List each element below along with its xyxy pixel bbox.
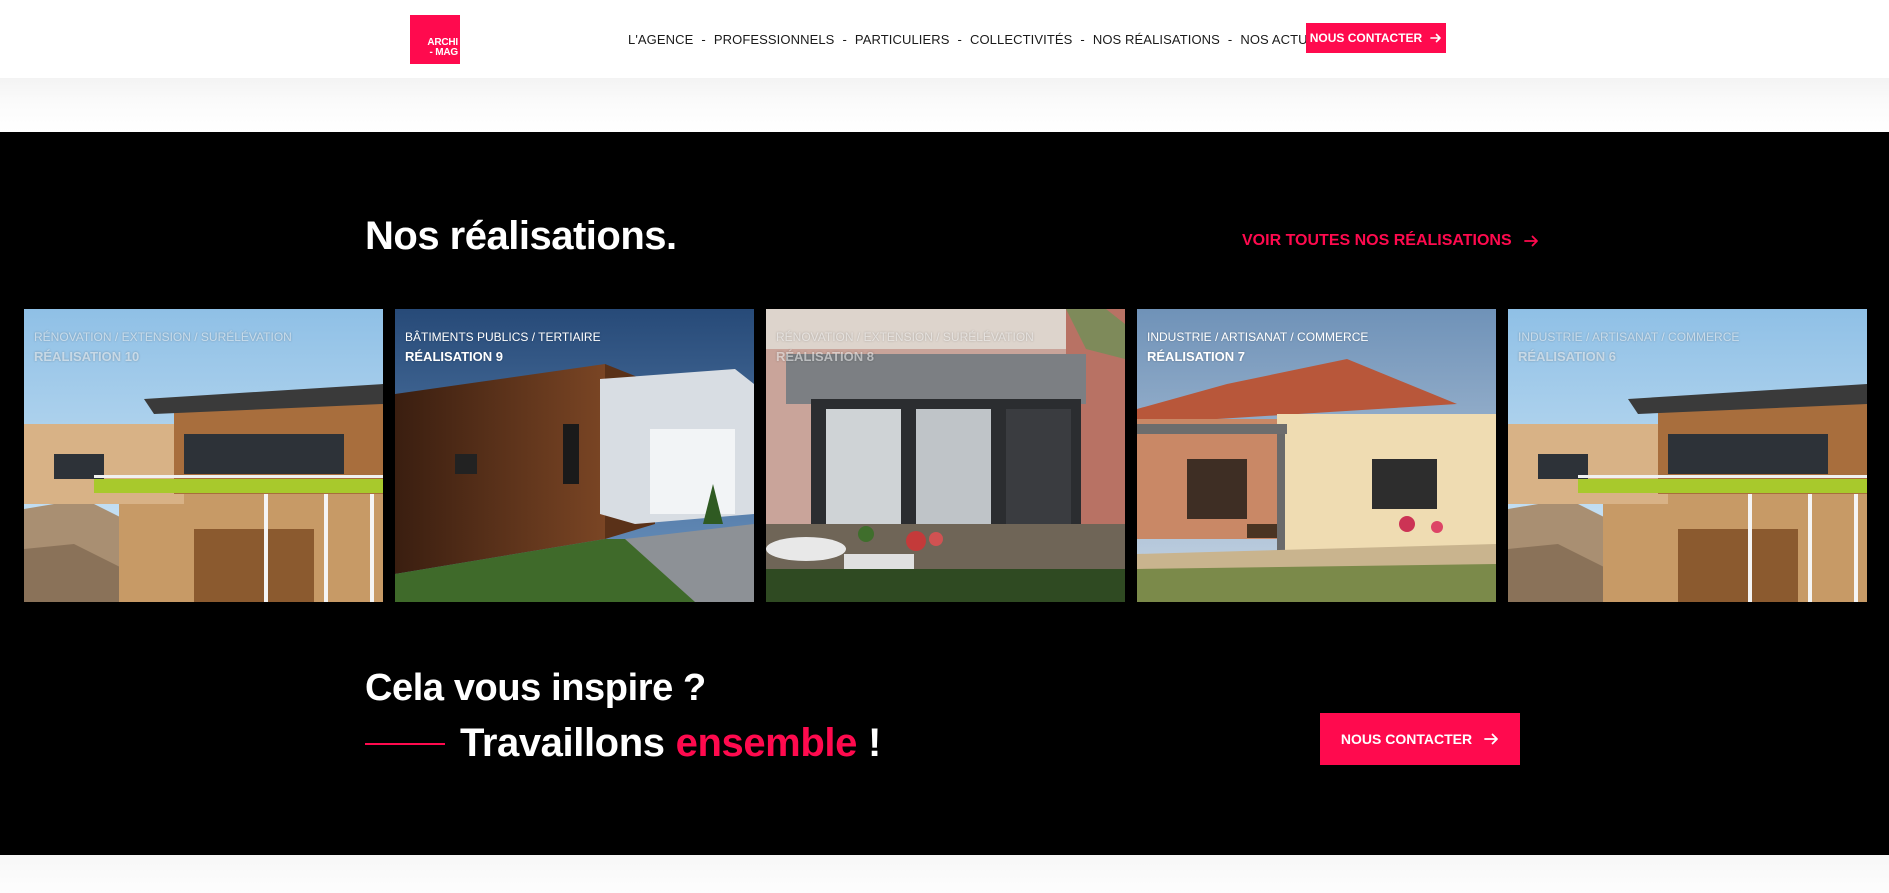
hero-image-fade: [0, 78, 1889, 132]
main-nav: L'AGENCE - PROFESSIONNELS - PARTICULIERS…: [628, 30, 1353, 48]
logo-line-2: - MAG: [429, 47, 459, 58]
realisation-card[interactable]: RÉNOVATION / EXTENSION / SURÉLÉVATION RÉ…: [24, 309, 383, 602]
see-all-realisations-link[interactable]: VOIR TOUTES NOS RÉALISATIONS: [1242, 232, 1539, 250]
contact-button[interactable]: NOUS CONTACTER: [1320, 713, 1520, 765]
card-category: BÂTIMENTS PUBLICS / TERTIAIRE: [405, 330, 601, 344]
card-title: RÉALISATION 8: [776, 349, 874, 364]
realisation-card[interactable]: INDUSTRIE / ARTISANAT / COMMERCE RÉALISA…: [1137, 309, 1496, 602]
contact-button-label: NOUS CONTACTER: [1340, 731, 1473, 747]
section-title: Nos réalisations.: [365, 214, 677, 258]
realisation-card[interactable]: INDUSTRIE / ARTISANAT / COMMERCE RÉALISA…: [1508, 309, 1867, 602]
card-title: RÉALISATION 9: [405, 349, 503, 364]
nav-separator: -: [957, 31, 962, 47]
arrow-right-icon: [1430, 33, 1442, 43]
card-title: RÉALISATION 10: [34, 349, 140, 364]
realisation-card[interactable]: RÉNOVATION / EXTENSION / SURÉLÉVATION RÉ…: [766, 309, 1125, 602]
realisations-section: Nos réalisations. VOIR TOUTES NOS RÉALIS…: [0, 132, 1889, 855]
cta-subheading-suffix: !: [867, 721, 881, 765]
cta-subheading-highlight: ensemble: [675, 721, 858, 765]
accent-divider: [365, 742, 445, 745]
next-section-preview: [0, 855, 1889, 893]
cta-heading: Cela vous inspire ?: [365, 667, 706, 709]
card-title: RÉALISATION 6: [1518, 349, 1616, 364]
cta-subheading: Travaillons ensemble !: [365, 721, 881, 766]
see-all-label: VOIR TOUTES NOS RÉALISATIONS: [1242, 232, 1512, 249]
nav-item-realisations[interactable]: NOS RÉALISATIONS: [1093, 32, 1220, 47]
card-category: INDUSTRIE / ARTISANAT / COMMERCE: [1147, 330, 1369, 344]
site-header: ARCHI - MAG L'AGENCE - PROFESSIONNELS - …: [0, 0, 1889, 86]
header-contact-button[interactable]: NOUS CONTACTER: [1306, 23, 1446, 53]
card-title: RÉALISATION 7: [1147, 349, 1245, 364]
nav-separator: -: [701, 31, 706, 47]
nav-item-professionnels[interactable]: PROFESSIONNELS: [714, 32, 835, 47]
cta-subheading-prefix: Travaillons: [460, 721, 665, 765]
nav-separator: -: [842, 31, 847, 47]
realisations-carousel: RÉNOVATION / EXTENSION / SURÉLÉVATION RÉ…: [24, 309, 1869, 602]
nav-item-agence[interactable]: L'AGENCE: [628, 32, 693, 47]
header-contact-label: NOUS CONTACTER: [1309, 31, 1423, 45]
arrow-right-icon: [1484, 733, 1498, 745]
nav-item-collectivites[interactable]: COLLECTIVITÉS: [970, 32, 1072, 47]
nav-separator: -: [1080, 31, 1085, 47]
card-category: RÉNOVATION / EXTENSION / SURÉLÉVATION: [34, 330, 292, 344]
card-category: INDUSTRIE / ARTISANAT / COMMERCE: [1518, 330, 1740, 344]
arrow-right-icon: [1523, 235, 1538, 247]
nav-item-particuliers[interactable]: PARTICULIERS: [855, 32, 950, 47]
nav-separator: -: [1227, 31, 1233, 47]
realisation-card[interactable]: BÂTIMENTS PUBLICS / TERTIAIRE RÉALISATIO…: [395, 309, 754, 602]
archimag-logo[interactable]: ARCHI - MAG: [410, 15, 460, 64]
card-category: RÉNOVATION / EXTENSION / SURÉLÉVATION: [776, 330, 1034, 344]
